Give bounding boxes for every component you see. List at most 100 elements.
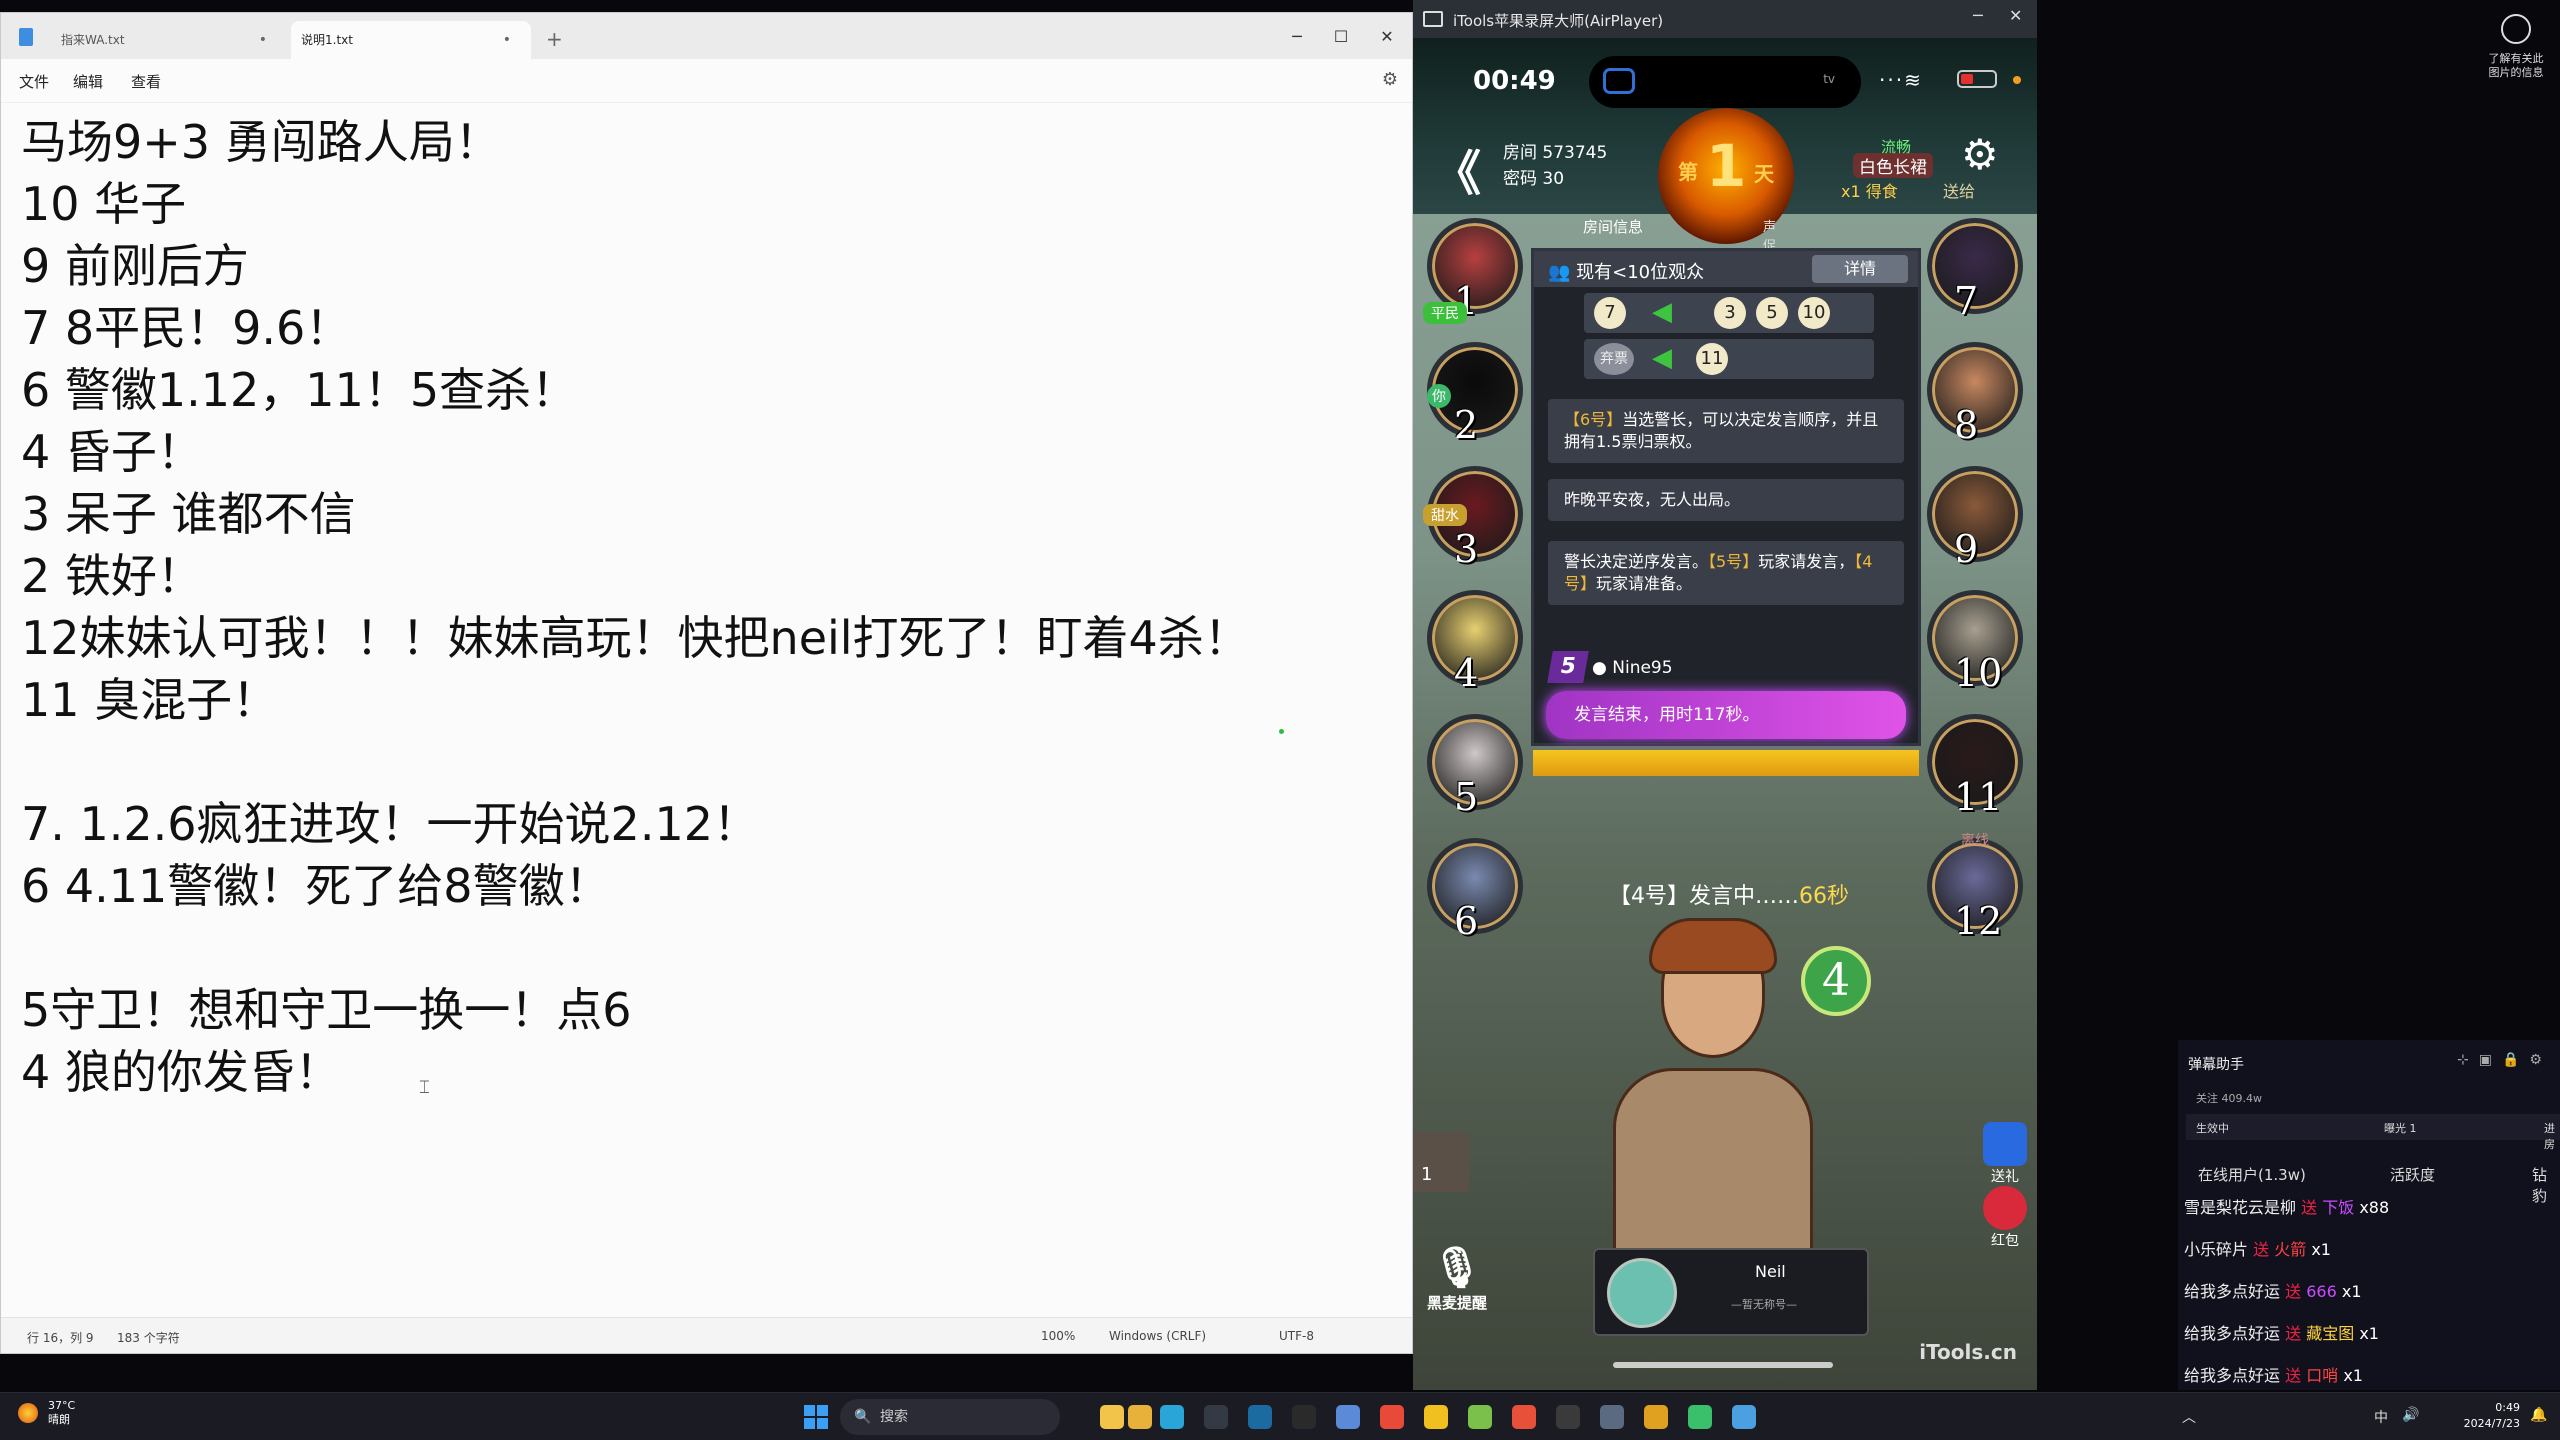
app-icon[interactable]	[1644, 1405, 1668, 1429]
player-seat-right-5[interactable]: 12	[1927, 838, 2023, 943]
zoom-level[interactable]: 100%	[1041, 1329, 1075, 1343]
system-clock[interactable]: 0:49 2024/7/23	[2440, 1400, 2520, 1432]
microphone-icon: 🎙	[1431, 1245, 1483, 1291]
player-seat-left-5[interactable]: 6	[1427, 838, 1523, 943]
tab-modified-dot-icon[interactable]: •	[503, 21, 511, 59]
tab-room-info[interactable]: 房间信息	[1583, 218, 1643, 236]
player-name: Neil	[1755, 1262, 1786, 1281]
search-placeholder: 搜索	[880, 1409, 908, 1425]
itools-window: iTools苹果录屏大师(AirPlayer) ─ ✕ 00:49 tv ···…	[1413, 0, 2037, 1390]
tab-file-2[interactable]: 说明1.txt •	[291, 21, 531, 59]
speaker-name: Nine95	[1612, 658, 1673, 678]
battery-icon	[1957, 70, 1997, 88]
speech-end-banner: 发言结束，用时117秒。	[1546, 691, 1906, 739]
gift-user: 给我多点好运	[2184, 1324, 2281, 1343]
taskbar: 37°C 晴朗 🔍 搜索 ︿ 中 🔊 0:49 2024/7/23 🔔	[0, 1392, 2560, 1440]
message-text: 玩家请发言，	[1758, 552, 1855, 571]
panel-collapse-handle[interactable]	[1533, 750, 1919, 776]
phone-clock: 00:49	[1473, 66, 1556, 96]
minimize-button[interactable]: ─	[1279, 23, 1315, 51]
tab-label: 指来WA.txt	[61, 33, 125, 47]
player-seat-right-3[interactable]: 10	[1927, 590, 2023, 695]
text-line: 7 8平民！9.6！	[21, 301, 352, 355]
gift-count: x1	[2341, 1282, 2362, 1301]
close-button[interactable]: ✕	[2009, 6, 2022, 25]
tray-chevron-icon[interactable]: ︿	[2182, 1407, 2196, 1427]
back-icon[interactable]: 《	[1433, 134, 1481, 204]
taskbar-search[interactable]: 🔍 搜索	[840, 1399, 1060, 1435]
encoding[interactable]: UTF-8	[1279, 1329, 1314, 1343]
viewers-bar: 👥 现有<10位观众 详情	[1534, 251, 1918, 287]
player-seat-left-3[interactable]: 4	[1427, 590, 1523, 695]
lens-icon	[2501, 14, 2531, 44]
text-line	[21, 917, 1392, 979]
app-icon[interactable]	[1468, 1405, 1492, 1429]
send-gift-button[interactable]: 送给	[1943, 178, 1975, 202]
vote-row: 弃票 ◀ 11	[1584, 339, 1874, 379]
minimize-button[interactable]: ─	[1973, 6, 1983, 25]
app-icon[interactable]	[1600, 1405, 1624, 1429]
explorer-app-icon[interactable]	[1128, 1405, 1152, 1429]
player-seat-left-0[interactable]: 1	[1427, 218, 1523, 323]
activity-label[interactable]: 活跃度	[2390, 1164, 2435, 1185]
send-gift-side-button[interactable]: 送礼	[1977, 1122, 2033, 1186]
red-packet-button[interactable]: 红包	[1977, 1186, 2033, 1250]
app-icon[interactable]	[1380, 1405, 1404, 1429]
reaction-button[interactable]: 🎙 黑麦提醒	[1421, 1244, 1493, 1313]
new-tab-button[interactable]: +	[546, 27, 563, 51]
app-icon[interactable]	[1556, 1405, 1580, 1429]
terminal-app-icon[interactable]	[1292, 1405, 1316, 1429]
player-seat-right-4[interactable]: 11	[1927, 714, 2023, 819]
notification-icon[interactable]: 🔔	[2530, 1407, 2547, 1423]
message-text: 警长决定逆序发言。	[1564, 552, 1709, 571]
home-indicator[interactable]	[1613, 1362, 1833, 1368]
text-line: 12妹妹认可我！！！妹妹高玩！快把neil打死了！盯着4杀！	[21, 611, 1250, 665]
player-seat-left-4[interactable]: 5	[1427, 714, 1523, 819]
visual-search-button[interactable]: 了解有关此 图片的信息	[2480, 14, 2552, 80]
app-icon[interactable]	[1688, 1405, 1712, 1429]
wealth-label[interactable]: 钻豹	[2532, 1164, 2560, 1206]
menu-file[interactable]: 文件	[19, 71, 49, 92]
start-button[interactable]	[804, 1405, 828, 1429]
line-ending[interactable]: Windows (CRLF)	[1109, 1329, 1206, 1343]
player-seat-right-2[interactable]: 9	[1927, 466, 2023, 571]
app-icon[interactable]	[1424, 1405, 1448, 1429]
side-button-label: 红包	[1991, 1233, 2019, 1249]
volume-icon[interactable]: 🔊	[2402, 1407, 2419, 1423]
ime-indicator[interactable]: 中	[2374, 1407, 2388, 1427]
details-button[interactable]: 详情	[1812, 255, 1908, 283]
folder-app-icon[interactable]	[1100, 1405, 1124, 1429]
app-icon[interactable]	[1336, 1405, 1360, 1429]
tab-file-1[interactable]: 指来WA.txt •	[17, 21, 287, 59]
voter: 5	[1756, 297, 1788, 329]
gift-count: x1	[1841, 182, 1861, 201]
close-button[interactable]: ✕	[1369, 23, 1405, 51]
maximize-button[interactable]: ☐	[1323, 23, 1359, 51]
player-seat-right-1[interactable]: 8	[1927, 342, 2023, 447]
system-message: 【6号】当选警长，可以决定发言顺序，并且拥有1.5票归票权。	[1548, 399, 1904, 463]
app-icon[interactable]	[1512, 1405, 1536, 1429]
airplay-icon	[1423, 11, 1443, 27]
obs-app-icon[interactable]	[1204, 1405, 1228, 1429]
text-editor[interactable]: 马场9+3 勇闯路人局！ 10 华子 9 前刚后方 7 8平民！9.6！ 6 警徽1.1…	[21, 111, 1392, 1103]
tab-modified-dot-icon[interactable]: •	[259, 21, 267, 59]
phone-mirror[interactable]: 00:49 tv ···≋ 《 房间 573745 密码 30 第 1 天 流畅…	[1413, 38, 2037, 1390]
settings-gear-icon[interactable]: ⚙	[1382, 69, 1398, 90]
player-tag: 甜水	[1423, 504, 1467, 526]
mini-card[interactable]: 1	[1413, 1132, 1469, 1192]
edge-app-icon[interactable]	[1160, 1405, 1184, 1429]
steam-app-icon[interactable]	[1248, 1405, 1272, 1429]
online-users[interactable]: 在线用户(1.3w)	[2198, 1164, 2306, 1185]
text-line: 4 狼的你发昏！	[21, 1045, 341, 1099]
settings-gear-icon[interactable]: ⚙	[1961, 130, 1999, 179]
gift-count: x88	[2359, 1198, 2390, 1217]
lens-label-1: 了解有关此	[2488, 52, 2544, 65]
tv-label: tv	[1823, 72, 1835, 86]
player-card[interactable]: Neil —暂无称号—	[1593, 1248, 1869, 1336]
text-line: 11 臭混子！	[21, 673, 279, 727]
menu-edit[interactable]: 编辑	[73, 71, 103, 92]
panel-controls[interactable]: ⊹▣🔒⚙	[2457, 1052, 2552, 1068]
player-seat-right-0[interactable]: 7	[1927, 218, 2023, 323]
menu-view[interactable]: 查看	[131, 71, 161, 92]
notepad-app-icon[interactable]	[1732, 1405, 1756, 1429]
